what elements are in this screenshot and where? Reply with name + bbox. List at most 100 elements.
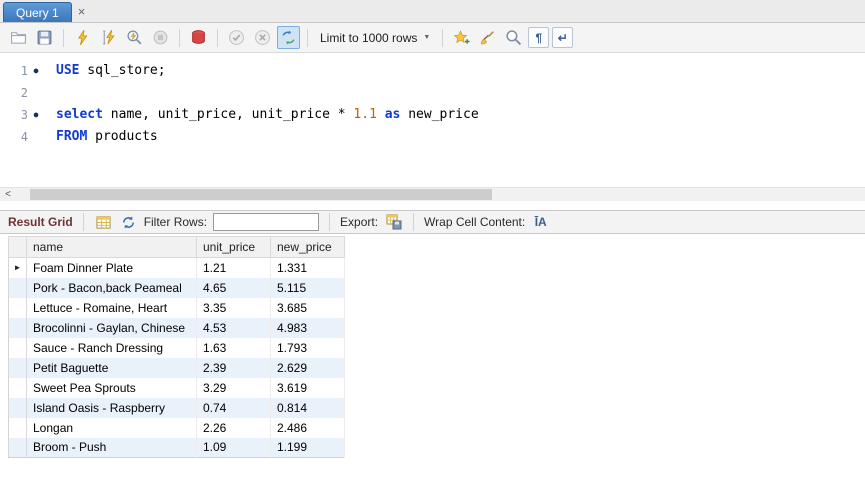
table-row[interactable]: Pork - Bacon,back Peameal 4.65 5.115 xyxy=(8,277,345,298)
autocommit-toggle-button[interactable] xyxy=(277,26,300,49)
row-selector[interactable] xyxy=(8,277,27,298)
table-row[interactable]: Petit Baguette 2.39 2.629 xyxy=(8,357,345,378)
scrollbar-thumb[interactable] xyxy=(30,189,492,200)
cell-unit_price[interactable]: 3.35 xyxy=(196,297,271,318)
execute-current-button[interactable] xyxy=(97,26,120,49)
row-selector[interactable] xyxy=(8,397,27,418)
cell-unit_price[interactable]: 4.65 xyxy=(196,277,271,298)
stop-on-error-button[interactable] xyxy=(187,26,210,49)
cell-name[interactable]: Lettuce - Romaine, Heart xyxy=(26,297,197,318)
row-selector[interactable] xyxy=(8,337,27,358)
cell-unit_price[interactable]: 2.26 xyxy=(196,417,271,438)
cell-name[interactable]: Longan xyxy=(26,417,197,438)
cell-name[interactable]: Petit Baguette xyxy=(26,357,197,378)
cell-new_price[interactable]: 1.331 xyxy=(270,257,345,278)
stop-query-button[interactable] xyxy=(149,26,172,49)
editor-line[interactable]: 4 FROM products xyxy=(0,126,865,148)
execute-button[interactable] xyxy=(71,26,94,49)
wrap-cell-content-button[interactable]: ĪA xyxy=(531,213,550,232)
find-button[interactable] xyxy=(502,26,525,49)
cell-new_price[interactable]: 2.629 xyxy=(270,357,345,378)
line-number: 4 xyxy=(20,130,28,144)
export-button[interactable] xyxy=(384,213,403,232)
cell-name[interactable]: Sweet Pea Sprouts xyxy=(26,377,197,398)
cell-name[interactable]: Sauce - Ranch Dressing xyxy=(26,337,197,358)
row-selector[interactable] xyxy=(8,437,27,458)
table-row[interactable]: Longan 2.26 2.486 xyxy=(8,417,345,438)
grid-body: ► Foam Dinner Plate 1.21 1.331 Pork - Bacon,… xyxy=(8,257,345,458)
cell-unit_price[interactable]: 4.53 xyxy=(196,317,271,338)
column-header-unit_price[interactable]: unit_price xyxy=(196,236,271,258)
beautify-query-button[interactable] xyxy=(476,26,499,49)
editor-lines: 1 ● USE sql_store; 2 3 ● select name, unit_pri… xyxy=(0,60,865,148)
save-button[interactable] xyxy=(33,26,56,49)
explain-plan-button[interactable] xyxy=(123,26,146,49)
cell-new_price[interactable]: 0.814 xyxy=(270,397,345,418)
cell-name[interactable]: Pork - Bacon,back Peameal xyxy=(26,277,197,298)
editor-line[interactable]: 1 ● USE sql_store; xyxy=(0,60,865,82)
cell-new_price[interactable]: 1.199 xyxy=(270,437,345,458)
scroll-left-button[interactable]: < xyxy=(0,188,16,201)
table-row[interactable]: Sauce - Ranch Dressing 1.63 1.793 xyxy=(8,337,345,358)
rollback-x-icon xyxy=(255,30,270,45)
row-selector[interactable] xyxy=(8,377,27,398)
column-header-new_price[interactable]: new_price xyxy=(270,236,345,258)
table-row[interactable]: Brocolinni - Gaylan, Chinese 4.53 4.983 xyxy=(8,317,345,338)
table-row[interactable]: Island Oasis - Raspberry 0.74 0.814 xyxy=(8,397,345,418)
scrollbar-track[interactable] xyxy=(16,188,865,201)
table-row[interactable]: Sweet Pea Sprouts 3.29 3.619 xyxy=(8,377,345,398)
editor-line[interactable]: 2 xyxy=(0,82,865,104)
cell-unit_price[interactable]: 3.29 xyxy=(196,377,271,398)
row-selector[interactable] xyxy=(8,297,27,318)
cell-unit_price[interactable]: 1.63 xyxy=(196,337,271,358)
cell-unit_price[interactable]: 1.09 xyxy=(196,437,271,458)
tab-label: Query 1 xyxy=(16,5,59,20)
grid-header-row: name unit_price new_price xyxy=(8,236,345,258)
open-file-button[interactable] xyxy=(7,26,30,49)
table-row[interactable]: ► Foam Dinner Plate 1.21 1.331 xyxy=(8,257,345,278)
export-grid-icon xyxy=(386,214,402,230)
cell-name[interactable]: Island Oasis - Raspberry xyxy=(26,397,197,418)
result-grid-toolbar: Result Grid Filter Rows: Export: Wrap Ce… xyxy=(0,210,865,234)
row-selector[interactable] xyxy=(8,317,27,338)
cell-new_price[interactable]: 2.486 xyxy=(270,417,345,438)
filter-rows-input[interactable] xyxy=(213,213,320,231)
cell-new_price[interactable]: 4.983 xyxy=(270,317,345,338)
open-folder-icon xyxy=(11,32,26,44)
refresh-button[interactable] xyxy=(119,213,138,232)
query-tab-bar: Query 1 × xyxy=(0,0,865,23)
column-header-name[interactable]: name xyxy=(26,236,197,258)
cell-name[interactable]: Foam Dinner Plate xyxy=(26,257,197,278)
row-selector[interactable] xyxy=(8,357,27,378)
cell-name[interactable]: Broom - Push xyxy=(26,437,197,458)
tab-query-1[interactable]: Query 1 xyxy=(3,2,72,22)
cell-name[interactable]: Brocolinni - Gaylan, Chinese xyxy=(26,317,197,338)
limit-rows-dropdown[interactable]: Limit to 1000 rows ▼ xyxy=(315,27,435,49)
editor-line[interactable]: 3 ● select name, unit_price, unit_price * … xyxy=(0,104,865,126)
row-selector[interactable] xyxy=(8,417,27,438)
cell-new_price[interactable]: 1.793 xyxy=(270,337,345,358)
editor-horizontal-scrollbar[interactable]: < xyxy=(0,187,865,201)
table-row[interactable]: Lettuce - Romaine, Heart 3.35 3.685 xyxy=(8,297,345,318)
cell-new_price[interactable]: 5.115 xyxy=(270,277,345,298)
cell-new_price[interactable]: 3.685 xyxy=(270,297,345,318)
cell-unit_price[interactable]: 1.21 xyxy=(196,257,271,278)
red-database-icon xyxy=(192,30,205,44)
tab-close-button[interactable]: × xyxy=(72,2,92,22)
sql-editor[interactable]: 1 ● USE sql_store; 2 3 ● select name, unit_pri… xyxy=(0,53,865,187)
table-row[interactable]: Broom - Push 1.09 1.199 xyxy=(8,437,345,458)
result-grid-view-button[interactable] xyxy=(94,213,113,232)
commit-button[interactable] xyxy=(225,26,248,49)
row-selector[interactable]: ► xyxy=(8,257,27,278)
cell-unit_price[interactable]: 0.74 xyxy=(196,397,271,418)
rollback-button[interactable] xyxy=(251,26,274,49)
save-snippet-button[interactable] xyxy=(450,26,473,49)
cell-unit_price[interactable]: 2.39 xyxy=(196,357,271,378)
toggle-invisible-chars-button[interactable]: ¶ xyxy=(528,27,550,48)
toggle-word-wrap-button[interactable]: ↵ xyxy=(552,27,574,48)
filter-rows-label: Filter Rows: xyxy=(143,215,208,229)
panel-splitter[interactable] xyxy=(0,201,865,210)
wrap-cell-content-label: Wrap Cell Content: xyxy=(424,215,526,229)
cell-new_price[interactable]: 3.619 xyxy=(270,377,345,398)
